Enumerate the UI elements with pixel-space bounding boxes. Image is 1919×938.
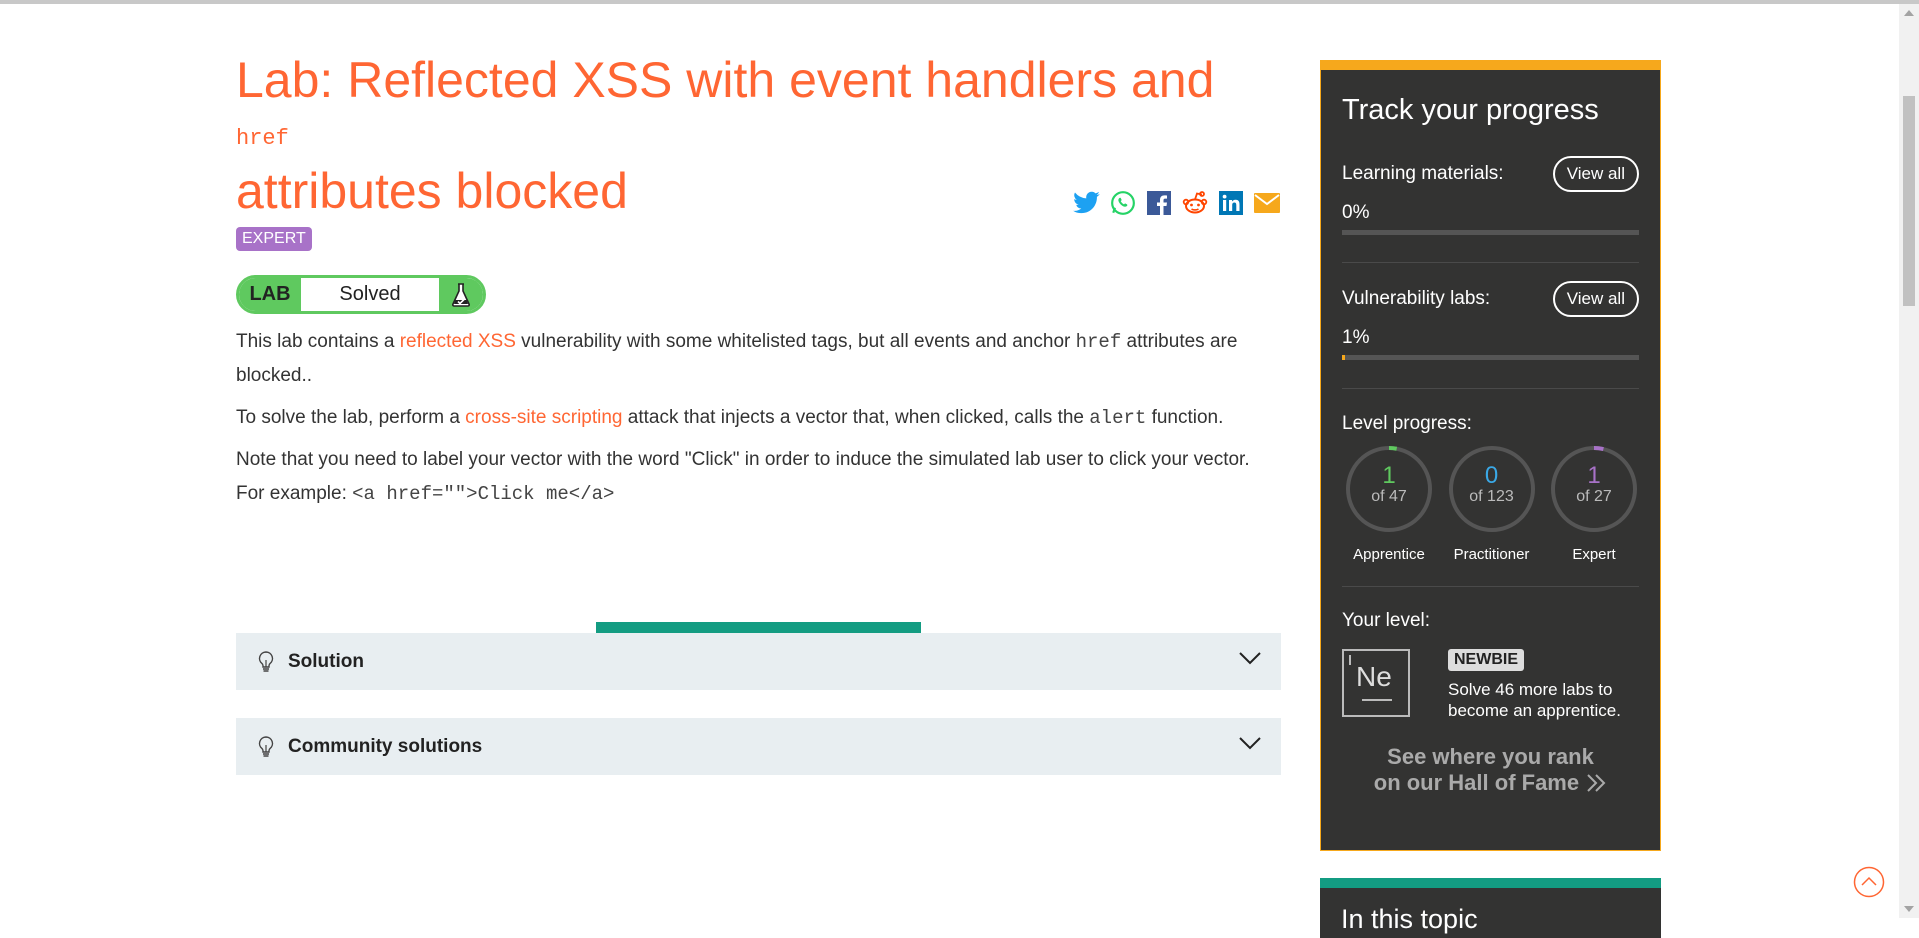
page-scrollbar[interactable] xyxy=(1899,4,1919,918)
topics-panel: In this topic xyxy=(1320,878,1661,938)
learning-materials-section: Learning materials: View all 0% xyxy=(1342,156,1639,235)
your-level-label: Your level: xyxy=(1342,610,1431,631)
hall-of-fame-link[interactable]: See where you rank on our Hall of Fame xyxy=(1371,744,1610,800)
main-content: Lab: Reflected XSS with event handlers a… xyxy=(236,52,1281,775)
labs-view-all-button[interactable]: View all xyxy=(1552,281,1639,317)
level-ring-expert: 1 of 27 Expert xyxy=(1549,444,1639,563)
learning-materials-label: Learning materials: xyxy=(1342,163,1504,184)
title-code: href xyxy=(236,126,289,151)
browser-top-border xyxy=(0,0,1919,4)
divider xyxy=(1342,388,1639,389)
share-bar xyxy=(1072,188,1281,217)
lightbulb-icon xyxy=(256,650,276,673)
level-description: Solve 46 more labs to become an apprenti… xyxy=(1448,680,1621,720)
level-rings: 1 of 47 Apprentice 0 of 123 Practitioner xyxy=(1344,444,1639,563)
accordion-label: Community solutions xyxy=(288,735,483,757)
difficulty-badge: EXPERT xyxy=(236,227,312,251)
cross-site-scripting-link[interactable]: cross-site scripting xyxy=(465,407,622,428)
labs-progress-fill xyxy=(1342,355,1345,360)
level-name: Apprentice xyxy=(1353,546,1425,563)
labs-progress-bar xyxy=(1342,355,1639,360)
learning-progress-bar xyxy=(1342,230,1639,235)
flask-icon xyxy=(439,278,483,311)
lightbulb-icon xyxy=(256,735,276,758)
text: vulnerability with some whitelisted tags… xyxy=(515,331,1076,352)
level-total: of 27 xyxy=(1576,488,1612,505)
level-total: of 123 xyxy=(1469,488,1514,505)
level-ring-practitioner: 0 of 123 Practitioner xyxy=(1447,444,1537,563)
labs-percentage: 1% xyxy=(1342,327,1370,348)
divider xyxy=(1342,262,1639,263)
lab-status-label: LAB xyxy=(239,278,301,311)
scroll-to-top-icon[interactable] xyxy=(1853,866,1885,903)
level-total: of 47 xyxy=(1371,488,1407,505)
level-badge: NEWBIE xyxy=(1448,649,1524,671)
title-text-line2: attributes blocked xyxy=(236,163,628,219)
whatsapp-icon[interactable] xyxy=(1108,188,1137,217)
scroll-up-arrow-icon[interactable] xyxy=(1904,10,1914,16)
lab-status-value: Solved xyxy=(339,283,401,305)
learning-view-all-button[interactable]: View all xyxy=(1552,156,1639,192)
level-name: Expert xyxy=(1572,546,1616,563)
scrollbar-thumb[interactable] xyxy=(1903,96,1915,306)
divider xyxy=(1342,586,1639,587)
vulnerability-labs-label: Vulnerability labs: xyxy=(1342,288,1491,309)
progress-panel: Track your progress Learning materials: … xyxy=(1320,60,1661,851)
hall-of-fame-text: See where you rank on our Hall of Fame xyxy=(1373,744,1594,795)
vulnerability-labs-section: Vulnerability labs: View all 1% xyxy=(1342,281,1639,360)
accordion-label: Solution xyxy=(288,650,364,672)
twitter-icon[interactable] xyxy=(1072,188,1101,217)
inline-code: <a href="">Click me</a> xyxy=(352,483,615,505)
description-paragraph-3: Note that you need to label your vector … xyxy=(236,443,1281,511)
email-icon[interactable] xyxy=(1252,188,1281,217)
element-symbol: Ne xyxy=(1356,661,1392,692)
level-name: Practitioner xyxy=(1453,546,1530,563)
lab-description: This lab contains a reflected XSS vulner… xyxy=(236,325,1281,519)
title-text: Lab: Reflected XSS with event handlers a… xyxy=(236,52,1215,108)
double-chevron-right-icon xyxy=(1585,772,1607,800)
inline-code: alert xyxy=(1089,407,1147,429)
lab-status-widget: LAB Solved xyxy=(236,275,486,314)
level-count: 1 xyxy=(1587,462,1601,489)
text: function. xyxy=(1146,407,1224,428)
your-level-section: Ne NEWBIE Solve 46 more labs to become a… xyxy=(1342,649,1639,721)
level-count: 0 xyxy=(1484,462,1499,489)
reflected-xss-link[interactable]: reflected XSS xyxy=(400,331,516,352)
description-paragraph-1: This lab contains a reflected XSS vulner… xyxy=(236,325,1281,393)
text: This lab contains a xyxy=(236,331,400,352)
community-solutions-accordion[interactable]: Community solutions xyxy=(236,718,1281,775)
text: attack that injects a vector that, when … xyxy=(622,407,1090,428)
level-ring-apprentice: 1 of 47 Apprentice xyxy=(1344,444,1434,563)
chevron-down-icon xyxy=(1239,651,1261,670)
inline-code: href xyxy=(1075,331,1122,353)
text: To solve the lab, perform a xyxy=(236,407,466,428)
scroll-down-arrow-icon[interactable] xyxy=(1904,906,1914,912)
solution-accordion[interactable]: Solution xyxy=(236,633,1281,690)
reddit-icon[interactable] xyxy=(1180,188,1209,217)
progress-title: Track your progress xyxy=(1342,94,1599,126)
linkedin-icon[interactable] xyxy=(1216,188,1245,217)
learning-percentage: 0% xyxy=(1342,202,1370,223)
chevron-down-icon xyxy=(1239,736,1261,755)
element-badge-icon: Ne xyxy=(1342,649,1410,717)
level-progress-label: Level progress: xyxy=(1342,413,1472,434)
topics-title: In this topic xyxy=(1341,904,1478,934)
facebook-icon[interactable] xyxy=(1144,188,1173,217)
level-count: 1 xyxy=(1382,462,1396,489)
description-paragraph-2: To solve the lab, perform a cross-site s… xyxy=(236,401,1281,435)
